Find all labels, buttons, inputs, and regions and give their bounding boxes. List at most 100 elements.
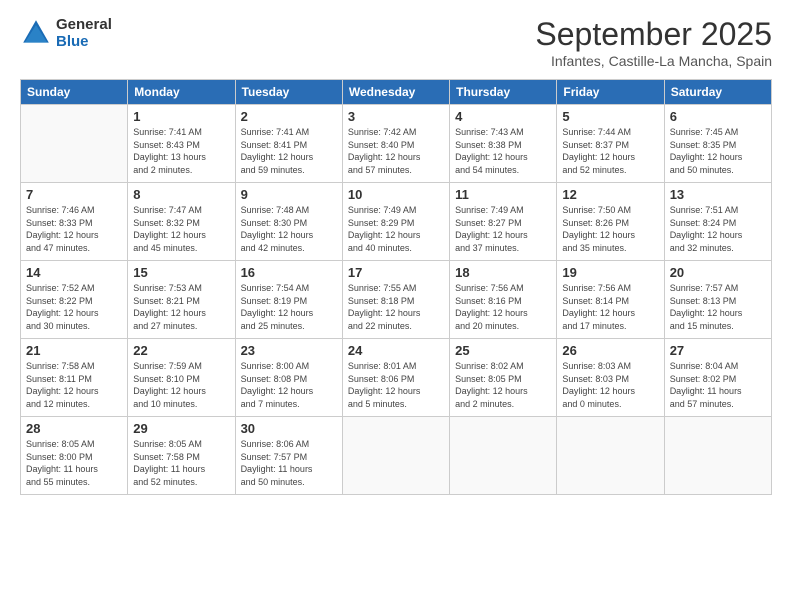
day-info: Sunrise: 7:41 AM Sunset: 8:43 PM Dayligh… xyxy=(133,126,229,176)
day-number: 24 xyxy=(348,343,444,358)
day-number: 3 xyxy=(348,109,444,124)
day-number: 5 xyxy=(562,109,658,124)
day-cell: 4 Sunrise: 7:43 AM Sunset: 8:38 PM Daylig… xyxy=(450,105,557,183)
day-number: 8 xyxy=(133,187,229,202)
day-cell: 3 Sunrise: 7:42 AM Sunset: 8:40 PM Daylig… xyxy=(342,105,449,183)
day-cell xyxy=(342,417,449,495)
day-info: Sunrise: 7:55 AM Sunset: 8:18 PM Dayligh… xyxy=(348,282,444,332)
day-info: Sunrise: 7:48 AM Sunset: 8:30 PM Dayligh… xyxy=(241,204,337,254)
day-cell: 23Sunrise: 8:00 AM Sunset: 8:08 PM Dayli… xyxy=(235,339,342,417)
day-info: Sunrise: 7:56 AM Sunset: 8:14 PM Dayligh… xyxy=(562,282,658,332)
week-row-2: 7 Sunrise: 7:46 AM Sunset: 8:33 PM Daylig… xyxy=(21,183,772,261)
month-title: September 2025 xyxy=(535,16,772,53)
day-info: Sunrise: 7:53 AM Sunset: 8:21 PM Dayligh… xyxy=(133,282,229,332)
weekday-header-wednesday: Wednesday xyxy=(342,80,449,105)
day-number: 12 xyxy=(562,187,658,202)
day-number: 27 xyxy=(670,343,766,358)
day-number: 6 xyxy=(670,109,766,124)
day-cell: 13Sunrise: 7:51 AM Sunset: 8:24 PM Dayli… xyxy=(664,183,771,261)
day-number: 16 xyxy=(241,265,337,280)
day-info: Sunrise: 8:04 AM Sunset: 8:02 PM Dayligh… xyxy=(670,360,766,410)
week-row-5: 28 Sunrise: 8:05 AM Sunset: 8:00 PM Dayli… xyxy=(21,417,772,495)
day-info: Sunrise: 7:59 AM Sunset: 8:10 PM Dayligh… xyxy=(133,360,229,410)
day-number: 29 xyxy=(133,421,229,436)
weekday-header-monday: Monday xyxy=(128,80,235,105)
day-number: 28 xyxy=(26,421,122,436)
weekday-header-friday: Friday xyxy=(557,80,664,105)
day-number: 18 xyxy=(455,265,551,280)
day-cell: 22 Sunrise: 7:59 AM Sunset: 8:10 PM Dayli… xyxy=(128,339,235,417)
day-info: Sunrise: 7:44 AM Sunset: 8:37 PM Dayligh… xyxy=(562,126,658,176)
logo-icon xyxy=(20,17,52,49)
day-info: Sunrise: 7:43 AM Sunset: 8:38 PM Dayligh… xyxy=(455,126,551,176)
day-info: Sunrise: 8:06 AM Sunset: 7:57 PM Dayligh… xyxy=(241,438,337,488)
day-number: 14 xyxy=(26,265,122,280)
day-cell: 10 Sunrise: 7:49 AM Sunset: 8:29 PM Dayli… xyxy=(342,183,449,261)
day-number: 10 xyxy=(348,187,444,202)
day-cell: 19Sunrise: 7:56 AM Sunset: 8:14 PM Dayli… xyxy=(557,261,664,339)
day-info: Sunrise: 7:45 AM Sunset: 8:35 PM Dayligh… xyxy=(670,126,766,176)
day-cell: 28 Sunrise: 8:05 AM Sunset: 8:00 PM Dayli… xyxy=(21,417,128,495)
day-number: 11 xyxy=(455,187,551,202)
day-info: Sunrise: 7:47 AM Sunset: 8:32 PM Dayligh… xyxy=(133,204,229,254)
weekday-header-sunday: Sunday xyxy=(21,80,128,105)
day-info: Sunrise: 8:05 AM Sunset: 8:00 PM Dayligh… xyxy=(26,438,122,488)
day-cell: 30 Sunrise: 8:06 AM Sunset: 7:57 PM Dayli… xyxy=(235,417,342,495)
day-cell: 8 Sunrise: 7:47 AM Sunset: 8:32 PM Daylig… xyxy=(128,183,235,261)
day-number: 21 xyxy=(26,343,122,358)
day-cell: 29 Sunrise: 8:05 AM Sunset: 7:58 PM Dayli… xyxy=(128,417,235,495)
day-number: 23 xyxy=(241,343,337,358)
day-cell xyxy=(450,417,557,495)
week-row-1: 1Sunrise: 7:41 AM Sunset: 8:43 PM Daylig… xyxy=(21,105,772,183)
day-cell: 15Sunrise: 7:53 AM Sunset: 8:21 PM Dayli… xyxy=(128,261,235,339)
day-cell: 27 Sunrise: 8:04 AM Sunset: 8:02 PM Dayli… xyxy=(664,339,771,417)
day-cell: 21 Sunrise: 7:58 AM Sunset: 8:11 PM Dayli… xyxy=(21,339,128,417)
day-info: Sunrise: 7:49 AM Sunset: 8:29 PM Dayligh… xyxy=(348,204,444,254)
day-number: 7 xyxy=(26,187,122,202)
day-number: 30 xyxy=(241,421,337,436)
day-info: Sunrise: 7:54 AM Sunset: 8:19 PM Dayligh… xyxy=(241,282,337,332)
day-info: Sunrise: 7:42 AM Sunset: 8:40 PM Dayligh… xyxy=(348,126,444,176)
day-cell: 25 Sunrise: 8:02 AM Sunset: 8:05 PM Dayli… xyxy=(450,339,557,417)
day-cell: 12 Sunrise: 7:50 AM Sunset: 8:26 PM Dayli… xyxy=(557,183,664,261)
day-number: 9 xyxy=(241,187,337,202)
page: General Blue September 2025 Infantes, Ca… xyxy=(0,0,792,612)
day-cell: 20Sunrise: 7:57 AM Sunset: 8:13 PM Dayli… xyxy=(664,261,771,339)
day-cell xyxy=(21,105,128,183)
calendar: SundayMondayTuesdayWednesdayThursdayFrid… xyxy=(20,79,772,495)
weekday-header-tuesday: Tuesday xyxy=(235,80,342,105)
day-info: Sunrise: 7:56 AM Sunset: 8:16 PM Dayligh… xyxy=(455,282,551,332)
day-cell: 16 Sunrise: 7:54 AM Sunset: 8:19 PM Dayli… xyxy=(235,261,342,339)
day-number: 17 xyxy=(348,265,444,280)
title-block: September 2025 Infantes, Castille-La Man… xyxy=(535,16,772,69)
day-cell: 6 Sunrise: 7:45 AM Sunset: 8:35 PM Daylig… xyxy=(664,105,771,183)
weekday-header-thursday: Thursday xyxy=(450,80,557,105)
day-info: Sunrise: 8:01 AM Sunset: 8:06 PM Dayligh… xyxy=(348,360,444,410)
day-number: 26 xyxy=(562,343,658,358)
day-info: Sunrise: 7:49 AM Sunset: 8:27 PM Dayligh… xyxy=(455,204,551,254)
day-info: Sunrise: 7:57 AM Sunset: 8:13 PM Dayligh… xyxy=(670,282,766,332)
logo: General Blue xyxy=(20,16,112,50)
day-cell: 1Sunrise: 7:41 AM Sunset: 8:43 PM Daylig… xyxy=(128,105,235,183)
day-info: Sunrise: 7:46 AM Sunset: 8:33 PM Dayligh… xyxy=(26,204,122,254)
day-info: Sunrise: 8:03 AM Sunset: 8:03 PM Dayligh… xyxy=(562,360,658,410)
day-info: Sunrise: 8:05 AM Sunset: 7:58 PM Dayligh… xyxy=(133,438,229,488)
day-info: Sunrise: 7:51 AM Sunset: 8:24 PM Dayligh… xyxy=(670,204,766,254)
day-info: Sunrise: 7:52 AM Sunset: 8:22 PM Dayligh… xyxy=(26,282,122,332)
day-cell: 2Sunrise: 7:41 AM Sunset: 8:41 PM Daylig… xyxy=(235,105,342,183)
logo-text: General Blue xyxy=(56,16,112,50)
week-row-3: 14 Sunrise: 7:52 AM Sunset: 8:22 PM Dayli… xyxy=(21,261,772,339)
day-cell xyxy=(664,417,771,495)
day-info: Sunrise: 7:50 AM Sunset: 8:26 PM Dayligh… xyxy=(562,204,658,254)
day-cell: 7 Sunrise: 7:46 AM Sunset: 8:33 PM Daylig… xyxy=(21,183,128,261)
weekday-header-saturday: Saturday xyxy=(664,80,771,105)
day-cell: 18 Sunrise: 7:56 AM Sunset: 8:16 PM Dayli… xyxy=(450,261,557,339)
day-number: 4 xyxy=(455,109,551,124)
day-info: Sunrise: 7:58 AM Sunset: 8:11 PM Dayligh… xyxy=(26,360,122,410)
day-number: 22 xyxy=(133,343,229,358)
day-cell: 17 Sunrise: 7:55 AM Sunset: 8:18 PM Dayli… xyxy=(342,261,449,339)
day-number: 25 xyxy=(455,343,551,358)
day-info: Sunrise: 8:02 AM Sunset: 8:05 PM Dayligh… xyxy=(455,360,551,410)
day-cell: 9 Sunrise: 7:48 AM Sunset: 8:30 PM Daylig… xyxy=(235,183,342,261)
header: General Blue September 2025 Infantes, Ca… xyxy=(20,16,772,69)
